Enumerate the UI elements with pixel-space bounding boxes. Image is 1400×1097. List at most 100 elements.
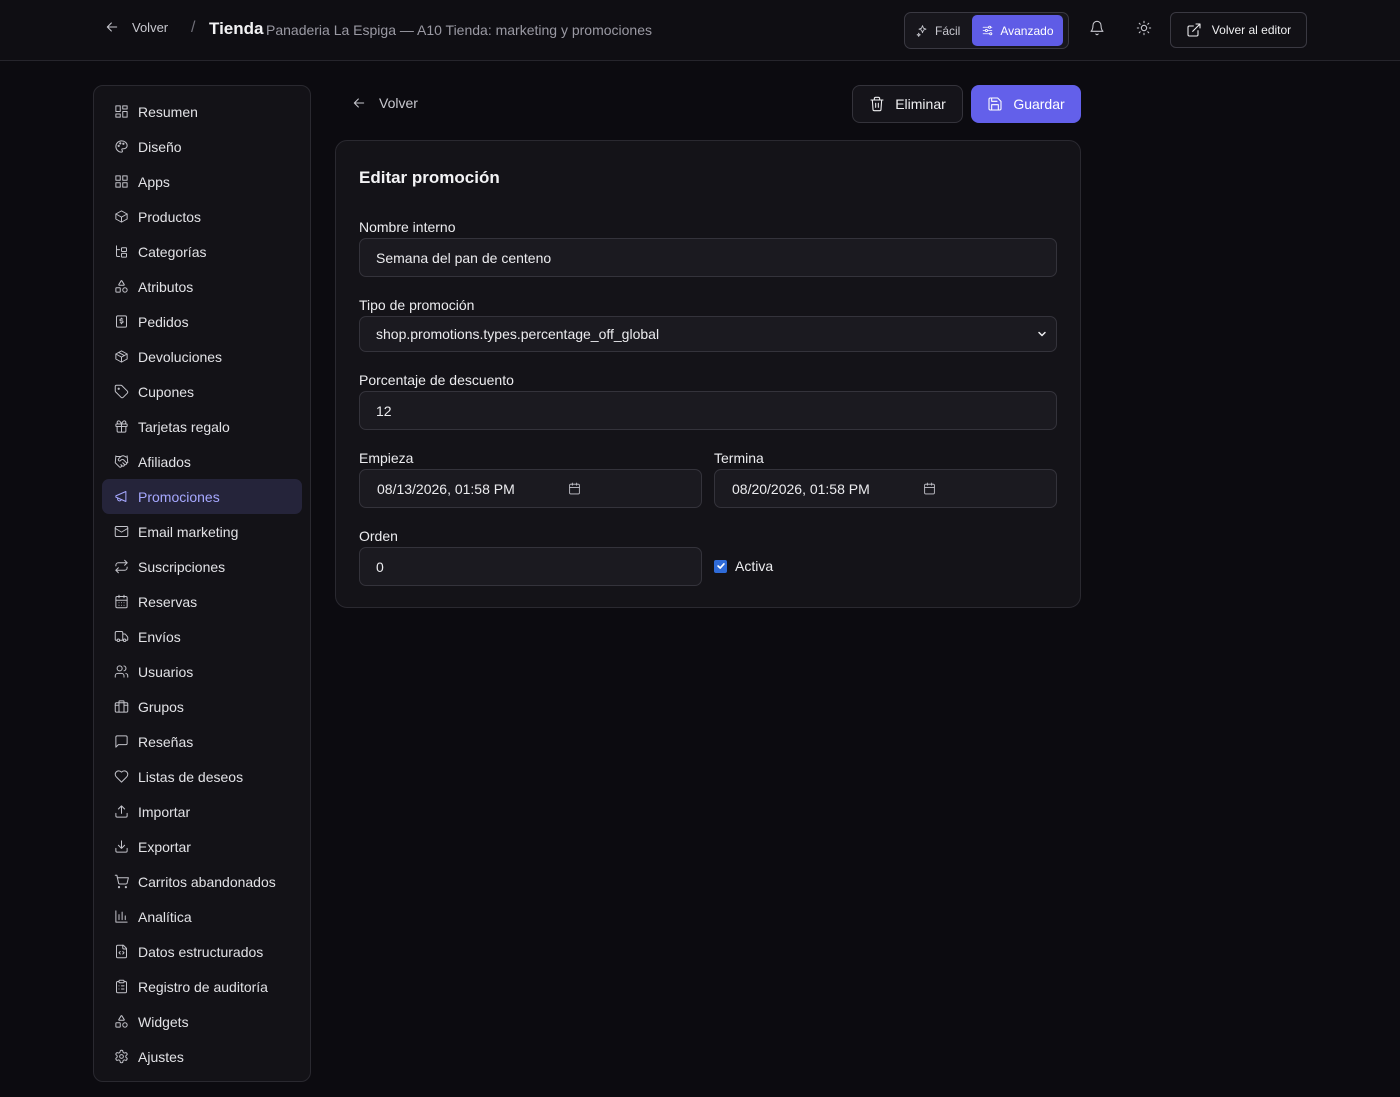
sidebar-item-label: Ajustes [138,1048,184,1065]
sidebar-item-label: Diseño [138,138,182,155]
sidebar-item-label: Pedidos [138,313,189,330]
clipboard-icon [114,979,129,994]
sidebar-item-label: Widgets [138,1013,189,1030]
sidebar-item-pedidos[interactable]: Pedidos [102,304,302,339]
sidebar-item-widgets[interactable]: Widgets [102,1004,302,1039]
tag-icon [114,384,129,399]
page-subtitle: Panaderia La Espiga — A10 Tienda: market… [266,22,653,38]
sidebar-item-label: Importar [138,803,191,820]
save-label: Guardar [1013,96,1065,112]
sidebar-item-usuarios[interactable]: Usuarios [102,654,302,689]
save-button[interactable]: Guardar [971,85,1081,123]
back-to-editor-button[interactable]: Volver al editor [1170,12,1307,48]
sidebar-item-label: Envíos [138,628,181,645]
external-link-icon [1186,22,1202,38]
sidebar-item-ajustes[interactable]: Ajustes [102,1039,302,1074]
sidebar-item-analitica[interactable]: Analítica [102,899,302,934]
order-label: Orden [359,528,398,544]
active-checkbox[interactable] [714,559,727,573]
users-icon [114,664,129,679]
mode-toggle: Fácil Avanzado [904,12,1069,49]
sidebar-item-productos[interactable]: Productos [102,199,302,234]
sidebar-item-resenas[interactable]: Reseñas [102,724,302,759]
mail-icon [114,524,129,539]
sidebar-item-categorias[interactable]: Categorías [102,234,302,269]
calendar-icon[interactable] [568,482,581,495]
sidebar-item-label: Apps [138,173,170,190]
sidebar-item-grupos[interactable]: Grupos [102,689,302,724]
sidebar-item-label: Listas de deseos [138,768,244,785]
sidebar-item-apps[interactable]: Apps [102,164,302,199]
order-input[interactable]: 0 [359,547,702,586]
sidebar-item-label: Reseñas [138,733,194,750]
sidebar-item-registro-de-auditoria[interactable]: Registro de auditoría [102,969,302,1004]
percent-input[interactable]: 12 [359,391,1057,430]
bell-icon[interactable] [1089,20,1105,36]
sidebar: Resumen Diseño Apps Productos Categorías Atri… [93,85,311,1082]
download-icon [114,839,129,854]
sidebar-item-resumen[interactable]: Resumen [102,94,302,129]
sidebar-item-label: Productos [138,208,202,225]
sparkles-icon [916,24,929,37]
palette-icon [114,139,129,154]
sidebar-item-diseno[interactable]: Diseño [102,129,302,164]
sidebar-item-listas-de-deseos[interactable]: Listas de deseos [102,759,302,794]
gift-icon [114,419,129,434]
sidebar-item-datos-estructurados[interactable]: Datos estructurados [102,934,302,969]
handshake-icon [114,454,129,469]
calendar-icon [114,594,129,609]
tree-icon [114,244,129,259]
start-value: 08/13/2026, 01:58 PM [377,480,515,497]
sidebar-item-label: Cupones [138,383,195,400]
sidebar-item-reservas[interactable]: Reservas [102,584,302,619]
sidebar-item-afiliados[interactable]: Afiliados [102,444,302,479]
sidebar-item-cupones[interactable]: Cupones [102,374,302,409]
type-label: Tipo de promoción [359,297,475,313]
chevron-down-icon [1036,328,1048,340]
sidebar-item-email-marketing[interactable]: Email marketing [102,514,302,549]
name-input[interactable]: Semana del pan de centeno [359,238,1057,277]
header-back-link[interactable]: Volver [104,19,168,35]
type-select[interactable]: shop.promotions.types.percentage_off_glo… [359,316,1057,352]
truck-icon [114,629,129,644]
start-datetime-input[interactable]: 08/13/2026, 01:58 PM [359,469,702,508]
sidebar-item-tarjetas-regalo[interactable]: Tarjetas regalo [102,409,302,444]
mode-easy-button[interactable]: Fácil [907,15,969,46]
sidebar-item-suscripciones[interactable]: Suscripciones [102,549,302,584]
mode-advanced-button[interactable]: Avanzado [972,15,1063,46]
sidebar-item-label: Afiliados [138,453,191,470]
sidebar-item-label: Registro de auditoría [138,978,268,995]
card-title: Editar promoción [359,168,500,187]
sidebar-item-label: Datos estructurados [138,943,264,960]
back-link[interactable]: Volver [351,95,418,111]
delete-button[interactable]: Eliminar [852,85,963,123]
calendar-icon[interactable] [923,482,936,495]
percent-label: Porcentaje de descuento [359,372,514,388]
name-value: Semana del pan de centeno [376,249,552,266]
save-icon [987,96,1003,112]
trash-icon [869,96,885,112]
sun-icon[interactable] [1136,20,1152,36]
sidebar-item-exportar[interactable]: Exportar [102,829,302,864]
sidebar-item-promociones[interactable]: Promociones [102,479,302,514]
sidebar-item-envios[interactable]: Envíos [102,619,302,654]
sidebar-item-carritos-abandonados[interactable]: Carritos abandonados [102,864,302,899]
receipt-icon [114,314,129,329]
sidebar-item-label: Grupos [138,698,184,715]
end-datetime-input[interactable]: 08/20/2026, 01:58 PM [714,469,1057,508]
sidebar-item-atributos[interactable]: Atributos [102,269,302,304]
edit-promotion-card: Editar promoción Nombre interno Semana d… [335,140,1081,608]
message-icon [114,734,129,749]
dashboard-icon [114,104,129,119]
sidebar-item-label: Exportar [138,838,191,855]
sidebar-item-devoluciones[interactable]: Devoluciones [102,339,302,374]
sidebar-item-label: Categorías [138,243,207,260]
cart-icon [114,874,129,889]
mode-advanced-label: Avanzado [1000,23,1054,38]
shapes-icon [114,279,129,294]
bar-chart-icon [114,909,129,924]
arrow-left-icon [351,95,367,111]
active-toggle[interactable]: Activa [714,558,773,574]
sidebar-item-label: Atributos [138,278,194,295]
sidebar-item-importar[interactable]: Importar [102,794,302,829]
